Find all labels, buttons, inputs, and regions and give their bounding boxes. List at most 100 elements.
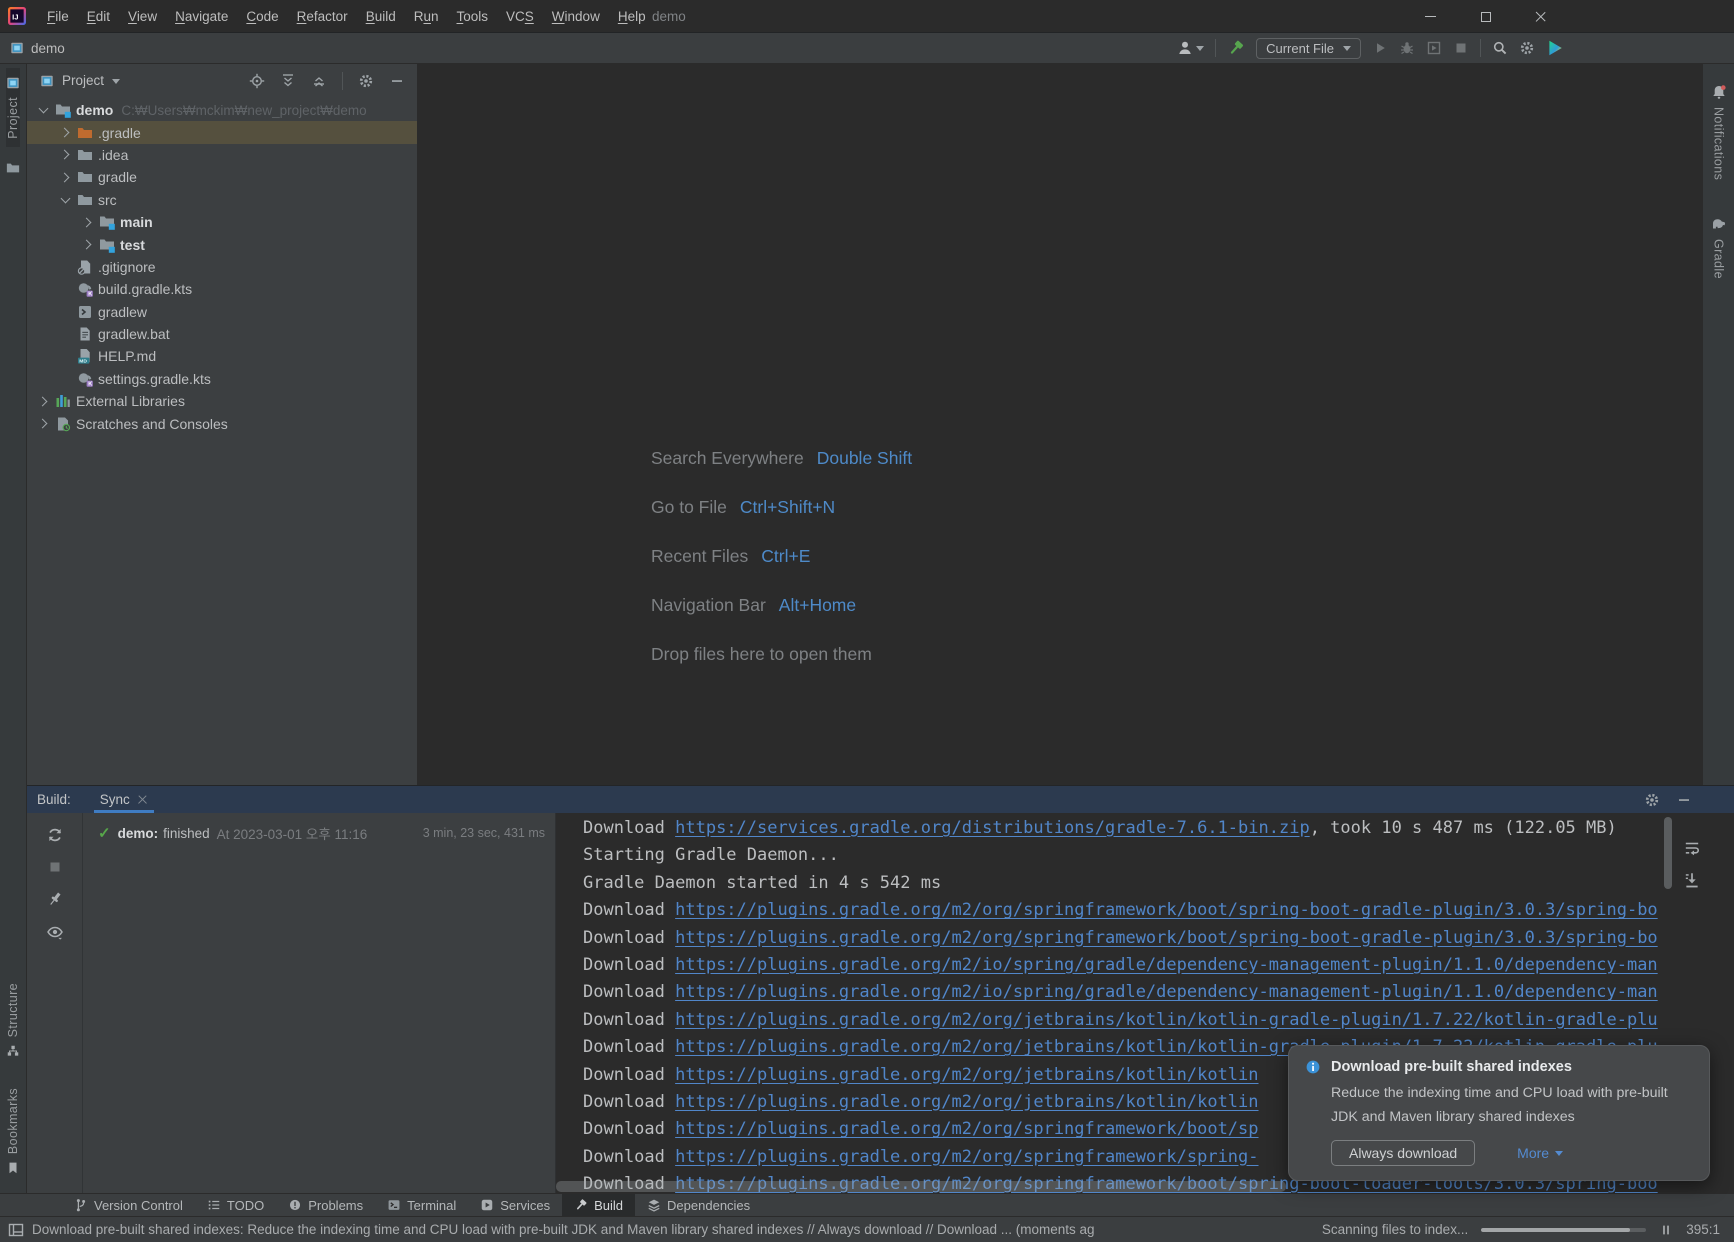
build-run-row[interactable]: ✓ demo: finished At 2023-03-01 오후 11:16 … [83, 820, 555, 846]
chevron-right-icon[interactable] [80, 237, 95, 252]
console-url-link[interactable]: https://plugins.gradle.org/m2/org/spring… [675, 900, 1658, 920]
tree-item-settings-gradle-kts[interactable]: Ksettings.gradle.kts [27, 368, 417, 390]
settings-button[interactable] [1519, 40, 1535, 56]
chevron-right-icon[interactable] [36, 416, 51, 431]
tree-item-help-md[interactable]: MD HELP.md [27, 345, 417, 367]
tree-item-demo[interactable]: demo C:₩Users₩mckim₩new_project₩demo [27, 99, 417, 121]
build-settings-button[interactable] [1644, 792, 1660, 808]
navigation-breadcrumb[interactable]: demo [10, 41, 65, 56]
tree-item--gitignore[interactable]: .gitignore [27, 256, 417, 278]
collapse-all-button[interactable] [311, 73, 327, 89]
menu-help[interactable]: Help [609, 9, 655, 24]
stripe-tab-gradle[interactable]: Gradle [1711, 208, 1727, 287]
stop-build-button[interactable] [47, 859, 63, 875]
view-options-button[interactable] [46, 923, 64, 941]
shortcut-keys-link[interactable]: Ctrl+Shift+N [740, 497, 835, 518]
tool-window-button-todo[interactable]: TODO [195, 1194, 276, 1216]
project-panel-title[interactable]: Project [62, 73, 104, 88]
menu-vcs[interactable]: VCS [497, 9, 543, 24]
minimize-button[interactable] [1403, 0, 1458, 33]
shortcut-keys-link[interactable]: Alt+Home [779, 595, 856, 616]
close-button[interactable] [1513, 0, 1568, 33]
tree-item-test[interactable]: test [27, 233, 417, 255]
chevron-right-icon[interactable] [58, 170, 73, 185]
search-everywhere-button[interactable] [1492, 40, 1508, 56]
profile-button[interactable] [1177, 40, 1205, 56]
stripe-tab-structure[interactable]: Structure [6, 975, 20, 1066]
tree-item-external-libraries[interactable]: External Libraries [27, 390, 417, 412]
console-url-link[interactable]: https://plugins.gradle.org/m2/org/spring… [675, 1119, 1258, 1139]
panel-options-button[interactable] [358, 73, 374, 89]
shortcut-keys-link[interactable]: Ctrl+E [761, 546, 810, 567]
menu-code[interactable]: Code [237, 9, 287, 24]
maximize-button[interactable] [1458, 0, 1513, 33]
menu-run[interactable]: Run [405, 9, 448, 24]
chevron-right-icon[interactable] [58, 147, 73, 162]
more-dropdown[interactable]: More [1517, 1145, 1564, 1161]
menu-file[interactable]: File [38, 9, 78, 24]
tree-item-gradlew[interactable]: gradlew [27, 301, 417, 323]
chevron-right-icon[interactable] [58, 125, 73, 140]
select-opened-file-button[interactable] [249, 73, 265, 89]
console-url-link[interactable]: https://plugins.gradle.org/m2/org/jetbra… [675, 1065, 1258, 1085]
caret-position[interactable]: 395:1 [1686, 1222, 1720, 1237]
tree-item-gradle[interactable]: gradle [27, 166, 417, 188]
editor-area[interactable]: Search Everywhere Double Shift Go to File C… [417, 64, 1702, 785]
stripe-tab-bookmarks[interactable]: Bookmarks [6, 1080, 20, 1183]
tool-window-button-problems[interactable]: Problems [276, 1194, 375, 1216]
run-button[interactable] [1372, 40, 1388, 56]
console-url-link[interactable]: https://plugins.gradle.org/m2/org/spring… [675, 1147, 1258, 1167]
menu-tools[interactable]: Tools [448, 9, 498, 24]
hide-build-panel-button[interactable] [1676, 792, 1692, 808]
console-url-link[interactable]: https://plugins.gradle.org/m2/org/jetbra… [675, 1010, 1658, 1030]
shortcut-keys-link[interactable]: Double Shift [817, 448, 912, 469]
stripe-tab-notifications[interactable]: Notifications [1711, 76, 1727, 188]
menu-view[interactable]: View [119, 9, 166, 24]
tree-item-gradlew-bat[interactable]: gradlew.bat [27, 323, 417, 345]
expand-all-button[interactable] [280, 73, 296, 89]
run-with-coverage-button[interactable] [1426, 40, 1442, 56]
console-url-link[interactable]: https://plugins.gradle.org/m2/io/spring/… [675, 982, 1658, 1002]
folder-stripe-icon[interactable] [6, 161, 20, 175]
tool-window-button-terminal[interactable]: Terminal [375, 1194, 468, 1216]
ide-features-trainer-icon[interactable] [1546, 39, 1564, 57]
tool-window-button-version-control[interactable]: Version Control [62, 1194, 195, 1216]
run-configuration-select[interactable]: Current File [1256, 37, 1361, 59]
console-horizontal-scrollbar[interactable] [556, 1181, 1286, 1192]
menu-window[interactable]: Window [543, 9, 609, 24]
tool-window-button-build[interactable]: Build [562, 1194, 636, 1216]
status-message[interactable]: Download pre-built shared indexes: Reduc… [32, 1222, 1095, 1237]
menu-edit[interactable]: Edit [78, 9, 119, 24]
console-url-link[interactable]: https://plugins.gradle.org/m2/org/spring… [675, 928, 1658, 948]
tree-item-main[interactable]: main [27, 211, 417, 233]
pause-indexing-button[interactable] [1659, 1223, 1673, 1237]
chevron-right-icon[interactable] [80, 215, 95, 230]
project-view-dropdown-icon[interactable] [112, 78, 121, 88]
debug-button[interactable] [1399, 40, 1415, 56]
scroll-to-end-button[interactable] [1683, 871, 1701, 889]
tree-item--idea[interactable]: .idea [27, 144, 417, 166]
build-project-button[interactable] [1227, 39, 1245, 57]
chevron-down-icon[interactable] [36, 103, 51, 118]
console-url-link[interactable]: https://plugins.gradle.org/m2/io/spring/… [675, 955, 1658, 975]
tree-item-scratches-and-consoles[interactable]: Scratches and Consoles [27, 412, 417, 434]
chevron-down-icon[interactable] [58, 192, 73, 207]
tree-item-src[interactable]: src [27, 189, 417, 211]
rerun-build-button[interactable] [46, 826, 64, 844]
console-url-link[interactable]: https://services.gradle.org/distribution… [675, 818, 1310, 838]
tool-window-button-services[interactable]: Services [468, 1194, 562, 1216]
stripe-tab-project[interactable]: Project [6, 68, 20, 147]
hide-panel-button[interactable] [389, 73, 405, 89]
soft-wrap-button[interactable] [1683, 839, 1701, 857]
tree-item--gradle[interactable]: .gradle [27, 121, 417, 144]
menu-build[interactable]: Build [357, 9, 405, 24]
tool-window-button-dependencies[interactable]: Dependencies [635, 1194, 762, 1216]
console-vertical-scrollbar[interactable] [1664, 817, 1672, 889]
tree-item-build-gradle-kts[interactable]: Kbuild.gradle.kts [27, 278, 417, 300]
chevron-right-icon[interactable] [36, 394, 51, 409]
stop-button[interactable] [1453, 40, 1469, 56]
menu-navigate[interactable]: Navigate [166, 9, 237, 24]
sync-tab[interactable]: Sync [93, 786, 154, 813]
menu-refactor[interactable]: Refactor [288, 9, 357, 24]
tool-window-layout-icon[interactable] [8, 1222, 24, 1238]
